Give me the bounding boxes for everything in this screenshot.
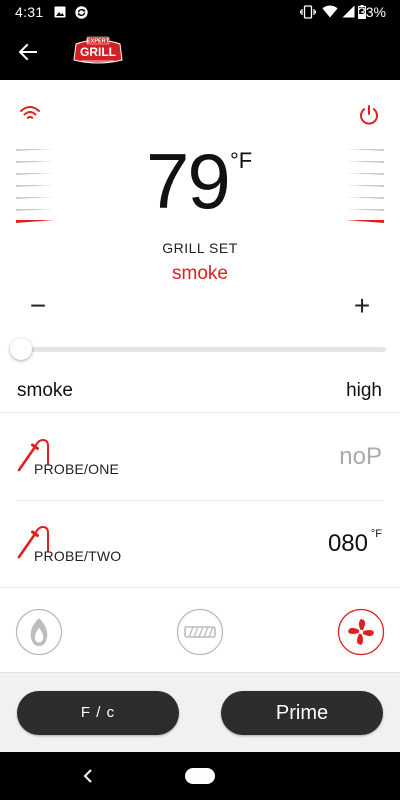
brand-logo: EXPERT GRILL — [73, 36, 123, 64]
slider-thumb[interactable] — [10, 338, 32, 360]
probe-two-value: 080 — [327, 530, 368, 557]
wifi-icon — [322, 5, 338, 18]
grill-set-label: GRILL SET — [162, 240, 238, 256]
battery-percent: 33% — [357, 4, 386, 20]
signal-icon — [342, 5, 355, 18]
system-nav-bar — [0, 752, 400, 800]
temp-scale-left — [16, 149, 54, 223]
slider-track — [16, 347, 386, 352]
action-bar: F / c Prime — [0, 672, 400, 752]
wifi-connection-icon — [20, 106, 40, 119]
status-bar: 4:31 33% — [0, 0, 400, 24]
temp-scale-right — [346, 149, 384, 223]
probe-one-value: noP — [339, 443, 382, 470]
image-icon — [54, 6, 66, 18]
sync-icon — [75, 6, 88, 19]
logo-top-text: EXPERT — [87, 39, 110, 45]
prime-button[interactable]: Prime — [221, 691, 383, 735]
app-bar: EXPERT GRILL — [0, 24, 400, 80]
probe-one-label: PROBE/ONE — [34, 461, 120, 477]
grill-set-value: smoke — [172, 263, 228, 284]
nav-home-button[interactable] — [185, 768, 215, 784]
fan-icon[interactable] — [337, 608, 385, 656]
grill-temperature: 79 — [146, 137, 231, 225]
status-time: 4:31 — [15, 4, 44, 20]
decrease-button[interactable]: − — [24, 292, 52, 320]
grate-icon[interactable] — [176, 608, 224, 656]
probe-one-row[interactable]: PROBE/ONE noP — [0, 413, 400, 500]
slider-min-label: smoke — [17, 380, 73, 401]
main-panel: 79 °F GRILL SET smoke − + smoke high PRO… — [0, 80, 400, 672]
vibrate-icon — [300, 5, 316, 19]
grill-setting-slider[interactable] — [10, 338, 386, 360]
temperature-unit: °F — [230, 148, 253, 173]
nav-back-icon[interactable] — [80, 766, 96, 786]
power-icon[interactable] — [358, 104, 380, 126]
logo-main-text: GRILL — [80, 45, 116, 59]
probe-two-label: PROBE/TWO — [34, 548, 122, 564]
divider — [0, 587, 400, 588]
probe-two-unit: °F — [370, 528, 382, 540]
app-screen: 4:31 33% EXPERT GRILL 79 °F GRILL SET sm… — [0, 0, 400, 800]
probe-two-row[interactable]: PROBE/TWO 080 °F — [0, 500, 400, 587]
unit-toggle-button[interactable]: F / c — [17, 691, 179, 735]
back-arrow-icon[interactable] — [16, 40, 40, 64]
increase-button[interactable]: + — [348, 292, 376, 320]
flame-icon[interactable] — [15, 608, 63, 656]
slider-max-label: high — [346, 380, 382, 401]
